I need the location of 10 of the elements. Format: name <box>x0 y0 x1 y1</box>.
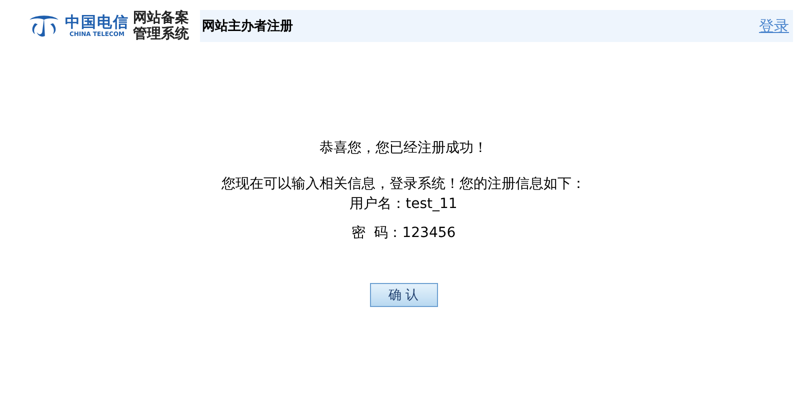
system-name: 网站备案 <box>133 10 189 26</box>
system-name: 管理系统 <box>133 26 189 42</box>
confirm-button[interactable]: 确 认 <box>370 283 438 307</box>
login-link[interactable]: 登录 <box>759 16 789 36</box>
message-text: 您现在可以输入相关信息，登录系统！您的注册信息如下： <box>222 175 586 194</box>
message-text: 恭喜您，您已经注册成功！ <box>320 139 488 158</box>
logo-name: 中国电信 <box>65 14 129 30</box>
page-title: 网站主办者注册 <box>202 18 293 35</box>
info-text: 用户名：test_11 <box>350 195 458 214</box>
info-text: 密 码：123456 <box>351 224 456 243</box>
